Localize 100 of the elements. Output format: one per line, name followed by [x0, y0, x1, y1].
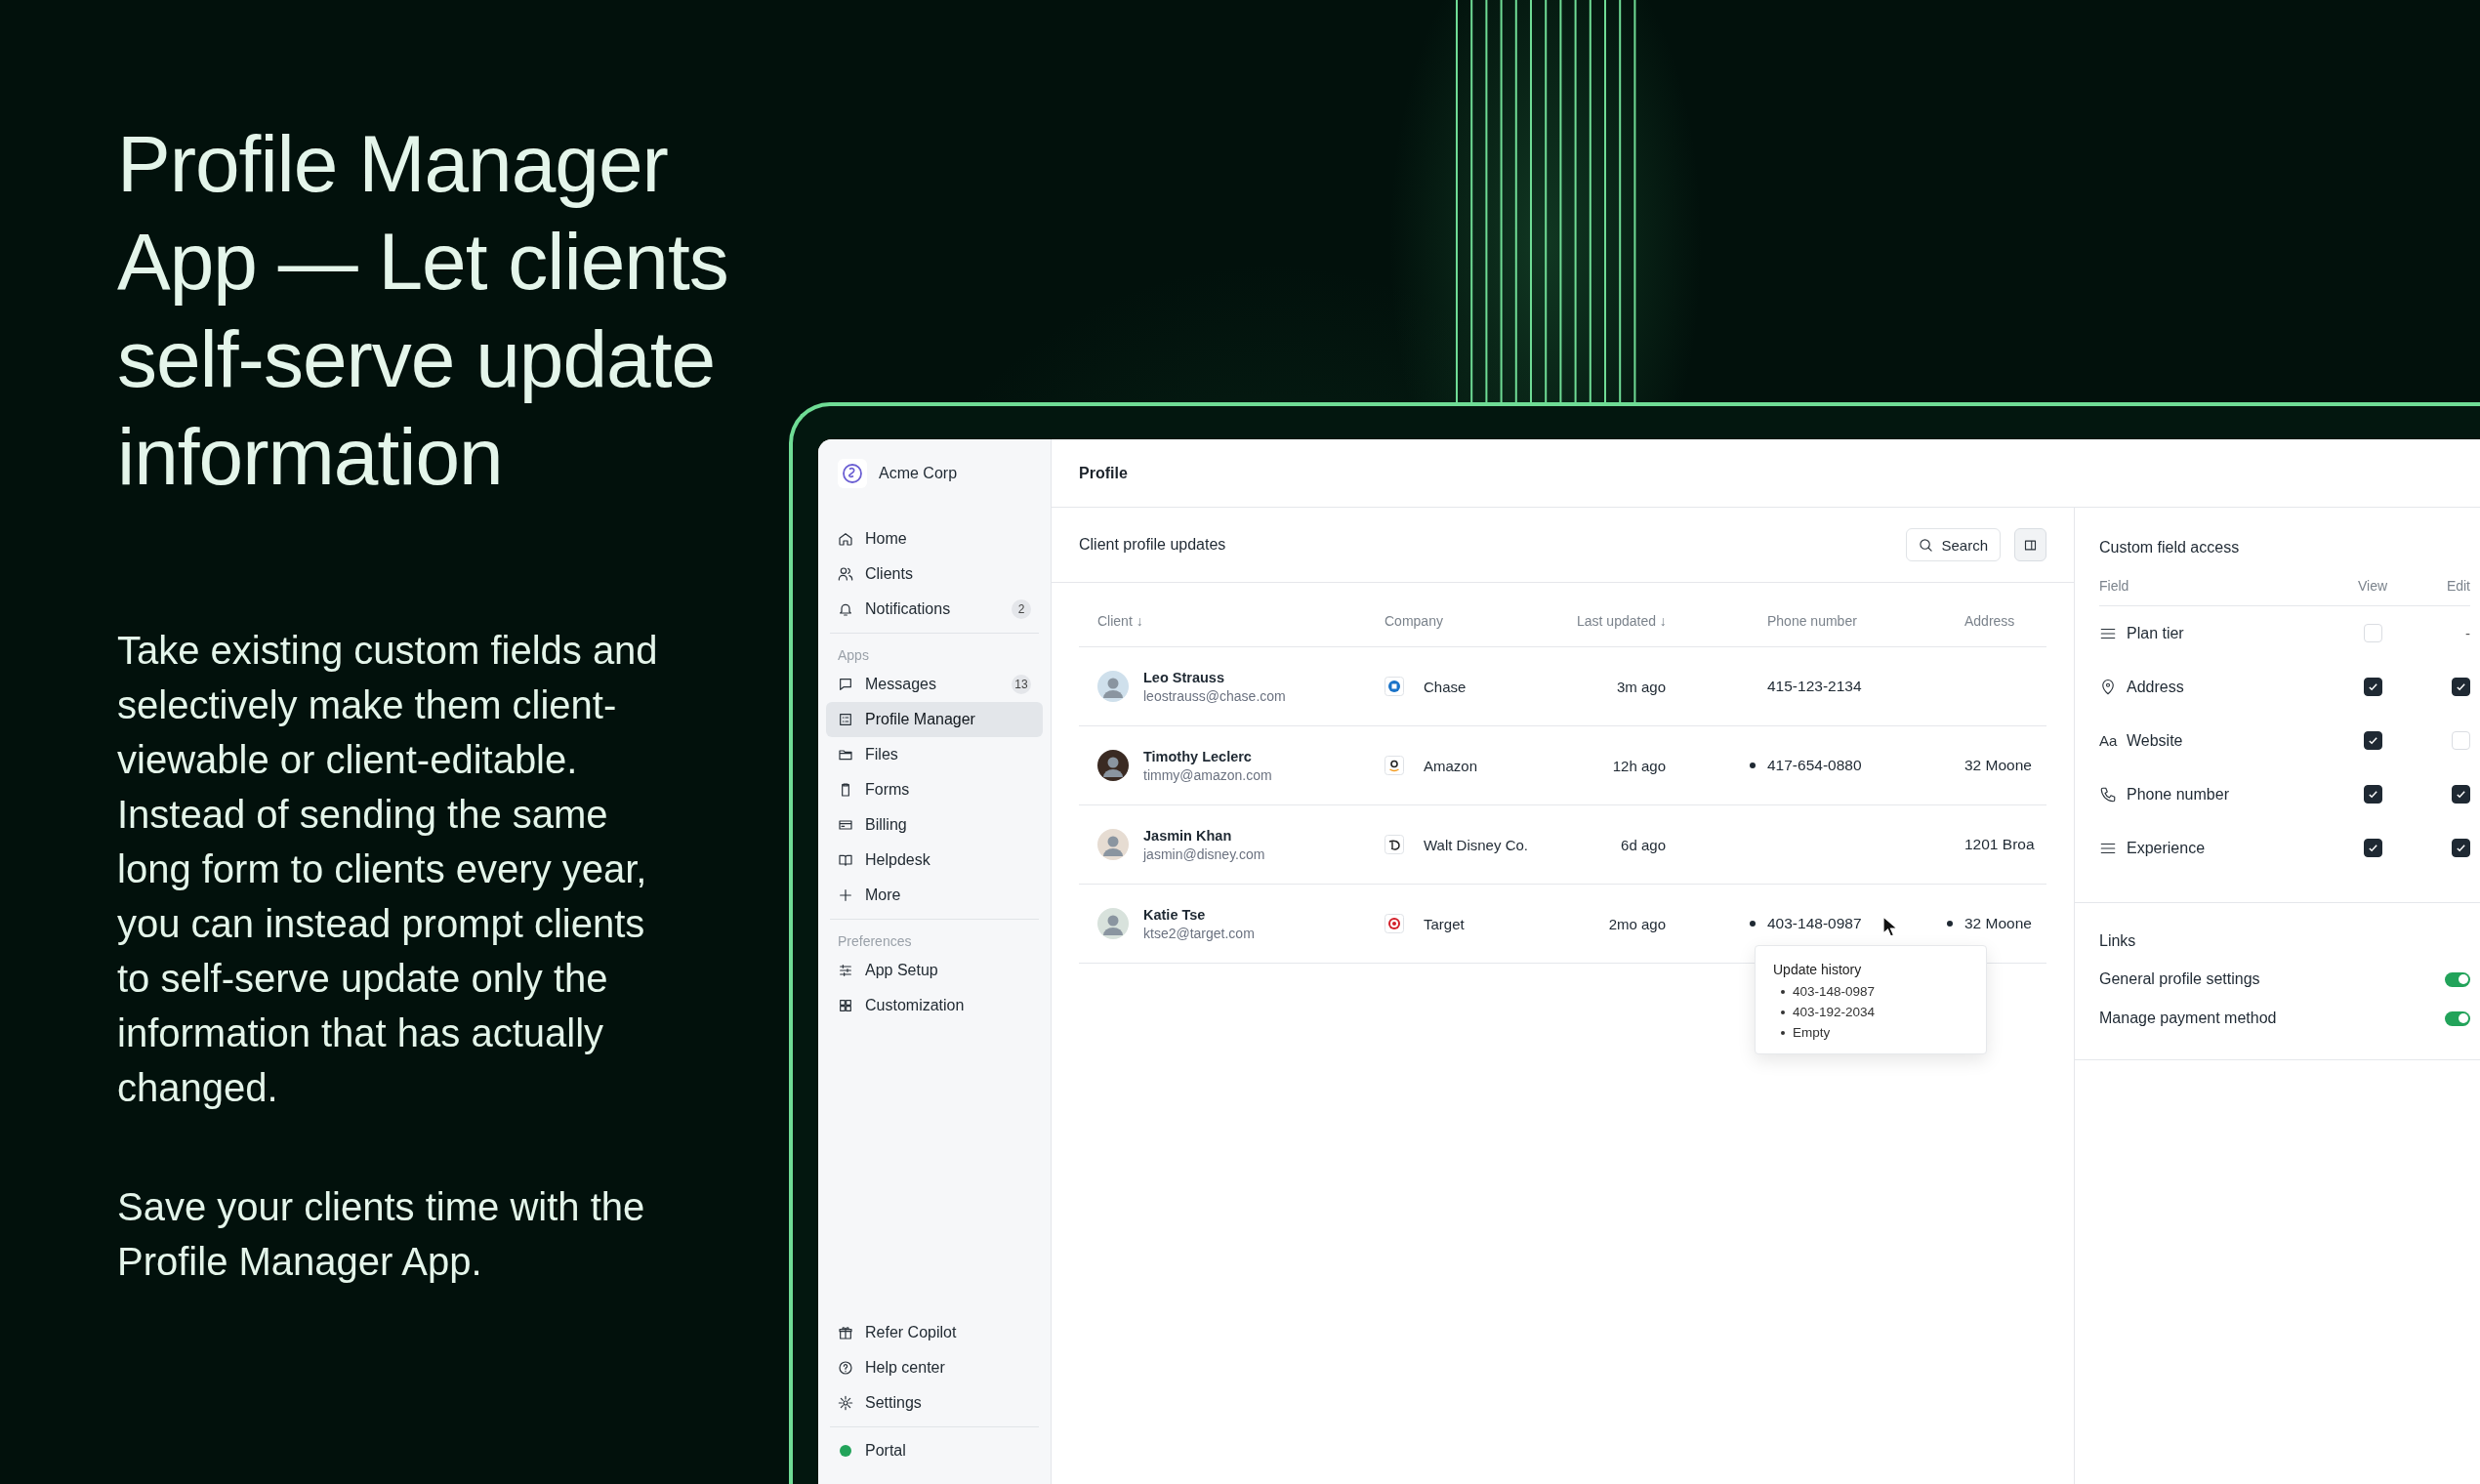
status-dot-icon: [840, 1445, 851, 1457]
checkmark-icon: [2456, 789, 2466, 800]
paragraph: Take existing custom fields and selectively make them client-viewable or client-editable. Instead of sending the same long form to clients every year, you can instead prompt clients to self-serve update only the information that has actually changed.: [117, 628, 659, 1111]
phone-number: 403-148-0987: [1767, 915, 1862, 932]
pin-icon: [2099, 678, 2117, 696]
nav-item[interactable]: Refer Copilot: [826, 1315, 1043, 1350]
folder-icon: [838, 747, 853, 763]
nav-item[interactable]: Notifications 2: [826, 592, 1043, 627]
checkmark-icon: [2367, 681, 2378, 692]
swoosh-logo-icon: [1385, 835, 1404, 854]
company-name: Amazon: [1424, 757, 1478, 774]
history-entry: Empty: [1793, 1025, 1831, 1040]
tooltip-title: Update history: [1773, 962, 1863, 977]
company-name: Target: [1424, 915, 1465, 932]
nav-item[interactable]: Files: [826, 737, 1043, 772]
link-setting-label: General profile settings: [2099, 970, 2260, 988]
client-name: Leo Strauss: [1143, 669, 1225, 685]
edit-checkbox[interactable]: [2452, 839, 2470, 857]
phone-icon: [2099, 785, 2117, 804]
nav-item[interactable]: Helpdesk: [826, 843, 1043, 878]
column-header[interactable]: Phone number: [1679, 612, 1943, 629]
view-checkbox[interactable]: [2363, 678, 2382, 696]
nav-item[interactable]: Help center: [826, 1350, 1043, 1385]
bell-icon: [838, 601, 853, 617]
settings-icon: [838, 1395, 853, 1411]
avatar: [1097, 908, 1129, 939]
client-name: Timothy Leclerc: [1143, 748, 1253, 764]
count-badge: 2: [1012, 599, 1031, 619]
avatar: [1097, 829, 1129, 860]
nav-item[interactable]: App Setup: [826, 953, 1043, 988]
nav-item[interactable]: Messages 13: [826, 667, 1043, 702]
column-header: View: [2356, 578, 2389, 594]
address: 1201 Broa: [1964, 836, 2035, 853]
gift-icon: [838, 1325, 853, 1340]
chat-bubble-icon: [838, 677, 853, 692]
plus-icon: [838, 887, 853, 903]
client-name: Jasmin Khan: [1143, 827, 1233, 844]
column-header[interactable]: Company: [1377, 612, 1562, 629]
count-badge: 13: [1012, 675, 1031, 694]
company-name: Chase: [1424, 678, 1467, 695]
toggle-switch[interactable]: [2445, 1010, 2470, 1026]
panel-toggle-button[interactable]: [2014, 528, 2046, 561]
section-heading: Preferences: [837, 932, 913, 951]
updated-time: 12h ago: [1612, 757, 1666, 774]
panel-title: Links: [2099, 932, 2137, 950]
smile-logo-icon: [1385, 756, 1404, 775]
nav-item[interactable]: Clients: [826, 556, 1043, 592]
address: 32 Moone: [1964, 915, 2032, 932]
nav-item[interactable]: More: [826, 878, 1043, 913]
checkmark-icon: [2456, 681, 2466, 692]
section-heading: Apps: [837, 646, 870, 665]
help-icon: [838, 1360, 853, 1376]
field-name: Phone number: [2127, 785, 2229, 804]
nav-item[interactable]: Portal: [826, 1433, 1043, 1468]
edit-checkbox[interactable]: [2452, 678, 2470, 696]
bullet-icon: [1781, 989, 1785, 994]
view-checkbox[interactable]: [2363, 785, 2382, 804]
client-email: jasmin@disney.com: [1143, 845, 1265, 862]
workspace-name: Acme Corp: [879, 465, 958, 482]
client-email: timmy@amazon.com: [1143, 766, 1272, 783]
company-name: Walt Disney Co.: [1424, 836, 1528, 853]
column-header[interactable]: Client ↓: [1079, 612, 1377, 629]
grid-icon: [838, 998, 853, 1013]
checkmark-icon: [2367, 735, 2378, 746]
bullseye-logo-icon: [1385, 914, 1404, 933]
credit-card-icon: [838, 817, 853, 833]
field-name: Experience: [2127, 839, 2206, 857]
search-button[interactable]: Search: [1906, 528, 2001, 561]
field-name: Website: [2127, 731, 2183, 750]
updated-time: 2mo ago: [1608, 915, 1666, 932]
home-icon: [838, 531, 853, 547]
checkmark-icon: [2367, 843, 2378, 853]
view-checkbox[interactable]: [2363, 839, 2382, 857]
view-checkbox[interactable]: [2363, 731, 2382, 750]
page-title: Profile: [1079, 464, 1128, 482]
edit-checkbox[interactable]: [2452, 785, 2470, 804]
field-name: Plan tier: [2127, 624, 2184, 642]
nav-item[interactable]: Home: [826, 521, 1043, 556]
history-entry: 403-148-0987: [1793, 984, 1876, 999]
client-email: ktse2@target.com: [1143, 925, 1255, 941]
phone-number: 415-123-2134: [1767, 678, 1862, 695]
column-header: Edit: [2445, 578, 2470, 594]
phone-number: 417-654-0880: [1767, 757, 1862, 774]
updated-time: 3m ago: [1616, 678, 1666, 695]
nav-item[interactable]: Profile Manager: [826, 702, 1043, 737]
search-icon: [1919, 537, 1934, 553]
ring-logo-icon: [1385, 677, 1404, 696]
checkmark-icon: [2456, 843, 2466, 853]
people-icon: [838, 566, 853, 582]
book-icon: [838, 852, 853, 868]
nav-item[interactable]: Forms: [826, 772, 1043, 807]
column-header[interactable]: Address: [1943, 612, 2047, 629]
panel-title: Custom field access: [2099, 539, 2241, 556]
bullet-icon: [1781, 1030, 1785, 1035]
nav-item[interactable]: Customization: [826, 988, 1043, 1023]
nav-item[interactable]: Settings: [826, 1385, 1043, 1421]
toggle-switch[interactable]: [2445, 971, 2470, 987]
nav-item[interactable]: Billing: [826, 807, 1043, 843]
column-header[interactable]: Last updated ↓: [1562, 612, 1679, 629]
client-name: Katie Tse: [1143, 906, 1207, 923]
